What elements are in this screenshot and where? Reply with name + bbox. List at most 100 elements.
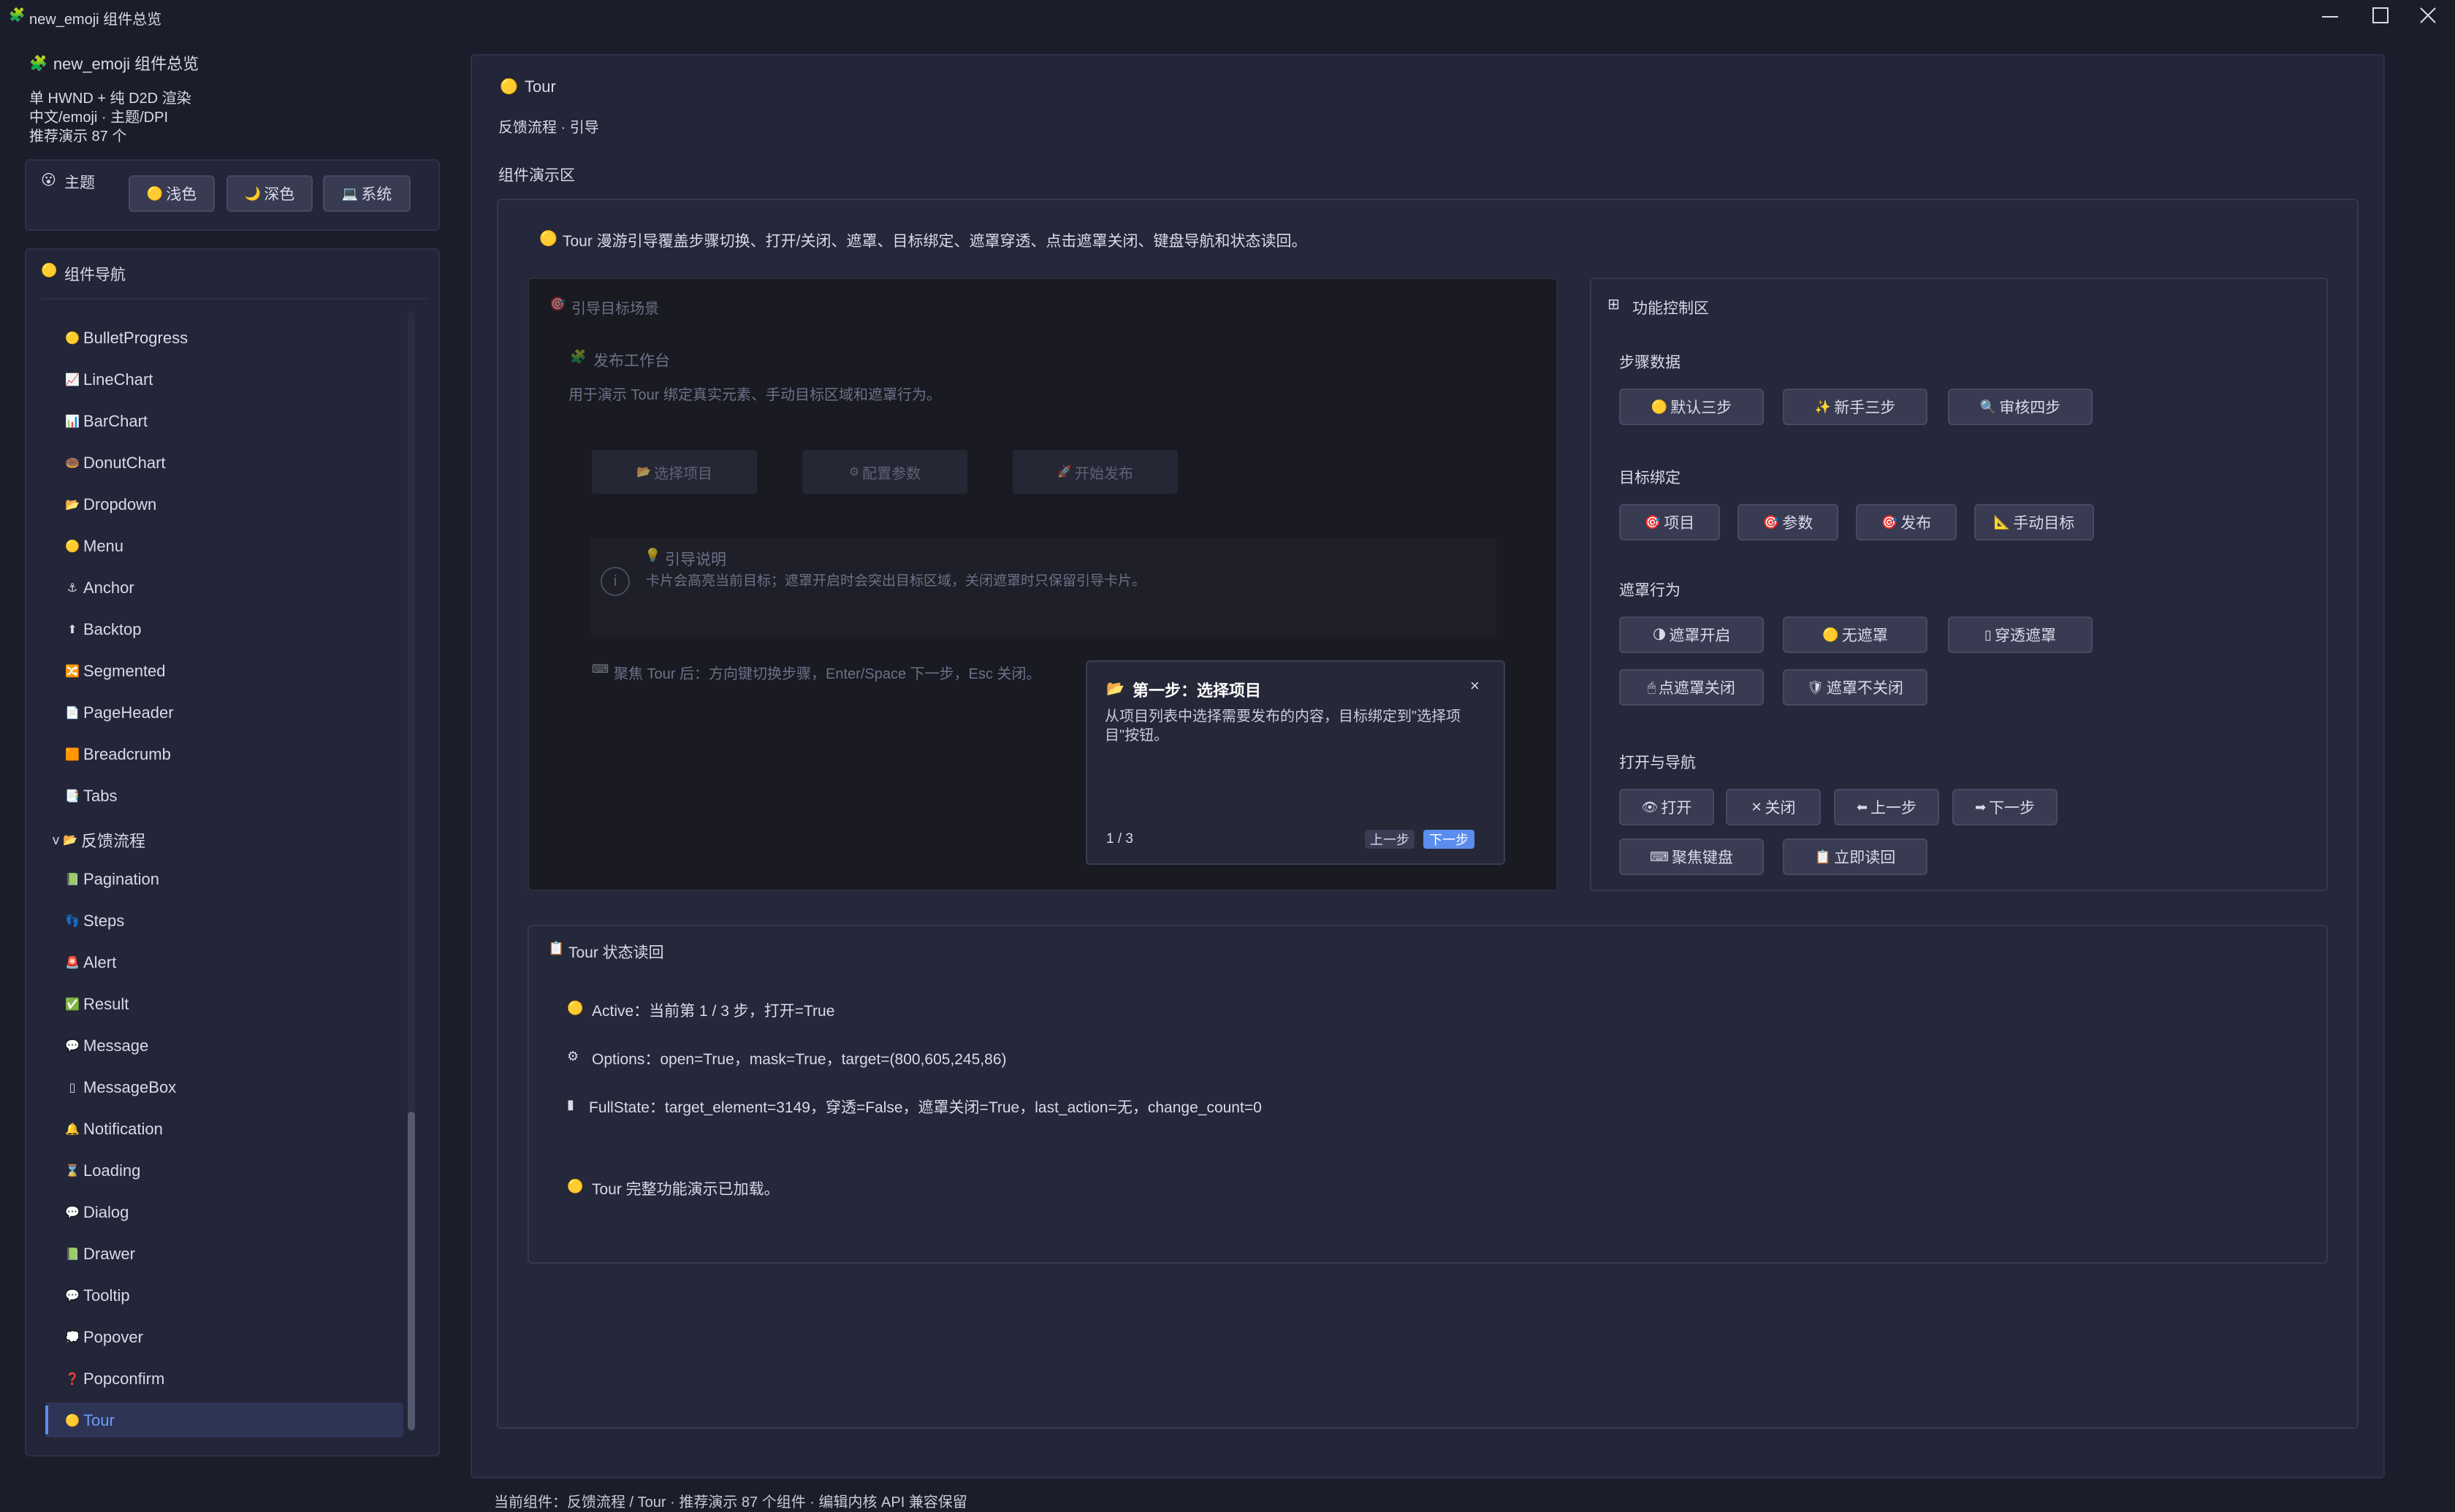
close-window-button[interactable]	[2416, 6, 2440, 26]
configure-params-button[interactable]: ⚙ 配置参数	[802, 450, 967, 494]
nav-item-notification[interactable]: 🔔 Notification	[64, 1120, 163, 1139]
nav-item-tooltip[interactable]: 💬 Tooltip	[64, 1286, 130, 1305]
button-label: 下一步	[1989, 800, 2036, 817]
tour-icon: 🟡	[539, 231, 557, 247]
mask-close-button-1[interactable]: 🖱 点遮罩关闭	[1619, 669, 1764, 706]
nav-item-popover[interactable]: 💭 Popover	[64, 1328, 143, 1347]
minimize-button[interactable]	[2316, 6, 2341, 26]
tour-card: 📂 第一步：选择项目 × 从项目列表中选择需要发布的内容，目标绑定到"选择项目"…	[1086, 660, 1505, 865]
step-data-button-2[interactable]: ✨ 新手三步	[1783, 389, 1927, 425]
nav-item-steps[interactable]: 👣 Steps	[64, 912, 124, 931]
nav-item-popconfirm[interactable]: ❓ Popconfirm	[64, 1370, 164, 1389]
nav-item-donutchart[interactable]: 🍩 DonutChart	[64, 454, 165, 473]
nav-item-label: 反馈流程	[81, 832, 146, 850]
button-label: 默认三步	[1670, 400, 1732, 416]
guide-box: i 💡 引导说明 卡片会高亮当前目标；遮罩开启时会突出目标区域，关闭遮罩时只保留…	[590, 538, 1496, 635]
puzzle-icon: 🧩	[29, 55, 47, 72]
puzzle-icon: 🧩	[570, 349, 587, 364]
nav-button-4[interactable]: ➡ 下一步	[1952, 789, 2058, 825]
nav-item-tabs[interactable]: 📑 Tabs	[64, 787, 117, 806]
status-line-active: Active：当前第 1 / 3 步，打开=True	[592, 1003, 835, 1020]
nav-item-icon: 📗	[65, 1248, 80, 1261]
status-panel: 📋 Tour 状态读回 🟡 Active：当前第 1 / 3 步，打开=True…	[528, 925, 2328, 1264]
theme-icon: 😮	[41, 172, 56, 188]
section-label: 遮罩行为	[1619, 582, 1681, 599]
target-button-3[interactable]: 🎯 发布	[1856, 504, 1957, 541]
nav-item-dialog[interactable]: 💬 Dialog	[64, 1203, 129, 1222]
tour-prev-button[interactable]: 上一步	[1365, 830, 1415, 849]
nav-button-2[interactable]: ✕ 关闭	[1726, 789, 1821, 825]
button-label: 上一步	[1370, 833, 1409, 847]
nav-item-loading[interactable]: ⌛ Loading	[64, 1161, 140, 1180]
maximize-button[interactable]	[2367, 6, 2392, 26]
title-bar: 🧩 new_emoji 组件总览	[0, 0, 2455, 32]
nav-item-icon: 💬	[65, 1290, 80, 1302]
target-button-4[interactable]: 📐 手动目标	[1974, 504, 2094, 541]
nav-item-label: Drawer	[83, 1245, 135, 1263]
nav-item-segmented[interactable]: 🔀 Segmented	[64, 662, 166, 681]
nav-item-dropdown[interactable]: 📂 Dropdown	[64, 495, 156, 514]
nav-item-breadcrumb[interactable]: 🟧 Breadcrumb	[64, 745, 171, 764]
step-data-button-1[interactable]: 🟡 默认三步	[1619, 389, 1764, 425]
mask-button-3[interactable]: ▯ 穿透遮罩	[1948, 616, 2093, 653]
nav-button-3[interactable]: ⬅ 上一步	[1834, 789, 1939, 825]
nav-item-bulletprogress[interactable]: 🟡 BulletProgress	[64, 329, 188, 348]
nav-item-anchor[interactable]: ⚓ Anchor	[64, 579, 134, 597]
target-icon: 🎯	[1881, 514, 1898, 530]
nav-group-feedback[interactable]: v 📂 反馈流程	[53, 828, 145, 852]
tour-icon: 🟡	[500, 79, 518, 95]
nav-item-icon: ⚓	[66, 582, 78, 595]
minimize-icon	[2322, 16, 2338, 18]
nav-item-pagination[interactable]: 📗 Pagination	[64, 870, 159, 889]
eye-icon: 👁	[1641, 799, 1659, 814]
nav-item-menu[interactable]: 🟡 Menu	[64, 537, 123, 556]
nav-item-icon: ❓	[65, 1373, 80, 1386]
button-label: 新手三步	[1834, 400, 1896, 416]
info-line: 推荐演示 87 个	[29, 129, 127, 145]
nav-item-label: Alert	[83, 953, 117, 971]
nav-item-label: Dialog	[83, 1203, 129, 1221]
nav-button-1[interactable]: 👁 打开	[1619, 789, 1714, 825]
keyboard-icon: ⌨	[592, 663, 609, 676]
nav-extra-button-1[interactable]: ⌨ 聚焦键盘	[1619, 839, 1764, 875]
keyboard-hint: 聚焦 Tour 后：方向键切换步骤，Enter/Space 下一步，Esc 关闭…	[614, 666, 1041, 682]
nav-item-icon: 🟡	[65, 541, 80, 553]
theme-system-button[interactable]: 💻 系统	[323, 175, 411, 212]
nav-item-linechart[interactable]: 📈 LineChart	[64, 370, 153, 389]
nav-item-pageheader[interactable]: 📄 PageHeader	[64, 703, 174, 722]
button-label: 遮罩不关闭	[1826, 680, 1903, 697]
close-icon	[2420, 7, 2436, 23]
tour-close-button[interactable]: ×	[1470, 676, 1480, 695]
nav-item-barchart[interactable]: 📊 BarChart	[64, 412, 148, 431]
guide-title: 引导说明	[665, 551, 726, 568]
theme-dark-button[interactable]: 🌙 深色	[227, 175, 313, 212]
step-data-button-3[interactable]: 🔍 审核四步	[1948, 389, 2093, 425]
nav-item-message[interactable]: 💬 Message	[64, 1036, 148, 1055]
nav-item-label: Backtop	[83, 620, 142, 638]
nav-item-messagebox[interactable]: ▯ MessageBox	[64, 1078, 177, 1097]
nav-extra-button-2[interactable]: 📋 立即读回	[1783, 839, 1927, 875]
target-button-1[interactable]: 🎯 项目	[1619, 504, 1720, 541]
nav-item-tour[interactable]: 🟡 Tour	[64, 1411, 115, 1430]
nav-item-icon: 🟧	[65, 749, 80, 761]
info-icon: i	[601, 567, 630, 596]
mask-close-button-2[interactable]: 🛡 遮罩不关闭	[1783, 669, 1927, 706]
workspace-title: 发布工作台	[593, 353, 670, 370]
nav-item-icon: 📑	[65, 790, 80, 803]
nav-item-label: Popover	[83, 1328, 143, 1346]
mask-button-1[interactable]: 🌗 遮罩开启	[1619, 616, 1764, 653]
nav-item-label: BulletProgress	[83, 329, 189, 347]
mask-button-2[interactable]: 🟡 无遮罩	[1783, 616, 1927, 653]
target-button-2[interactable]: 🎯 参数	[1737, 504, 1838, 541]
nav-item-icon: 💭	[65, 1332, 80, 1344]
nav-item-backtop[interactable]: ⬆ Backtop	[64, 620, 142, 639]
nav-item-drawer[interactable]: 📗 Drawer	[64, 1245, 135, 1264]
tour-next-button[interactable]: 下一步	[1423, 830, 1474, 849]
start-publish-button[interactable]: 🚀 开始发布	[1013, 450, 1178, 494]
select-project-button[interactable]: 📂 选择项目	[592, 450, 757, 494]
scrollbar-thumb[interactable]	[408, 1112, 415, 1430]
theme-light-button[interactable]: 🟡 浅色	[129, 175, 215, 212]
nav-item-result[interactable]: ✅ Result	[64, 995, 129, 1014]
nav-scrollbar[interactable]	[408, 311, 415, 1432]
nav-item-alert[interactable]: 🚨 Alert	[64, 953, 116, 972]
